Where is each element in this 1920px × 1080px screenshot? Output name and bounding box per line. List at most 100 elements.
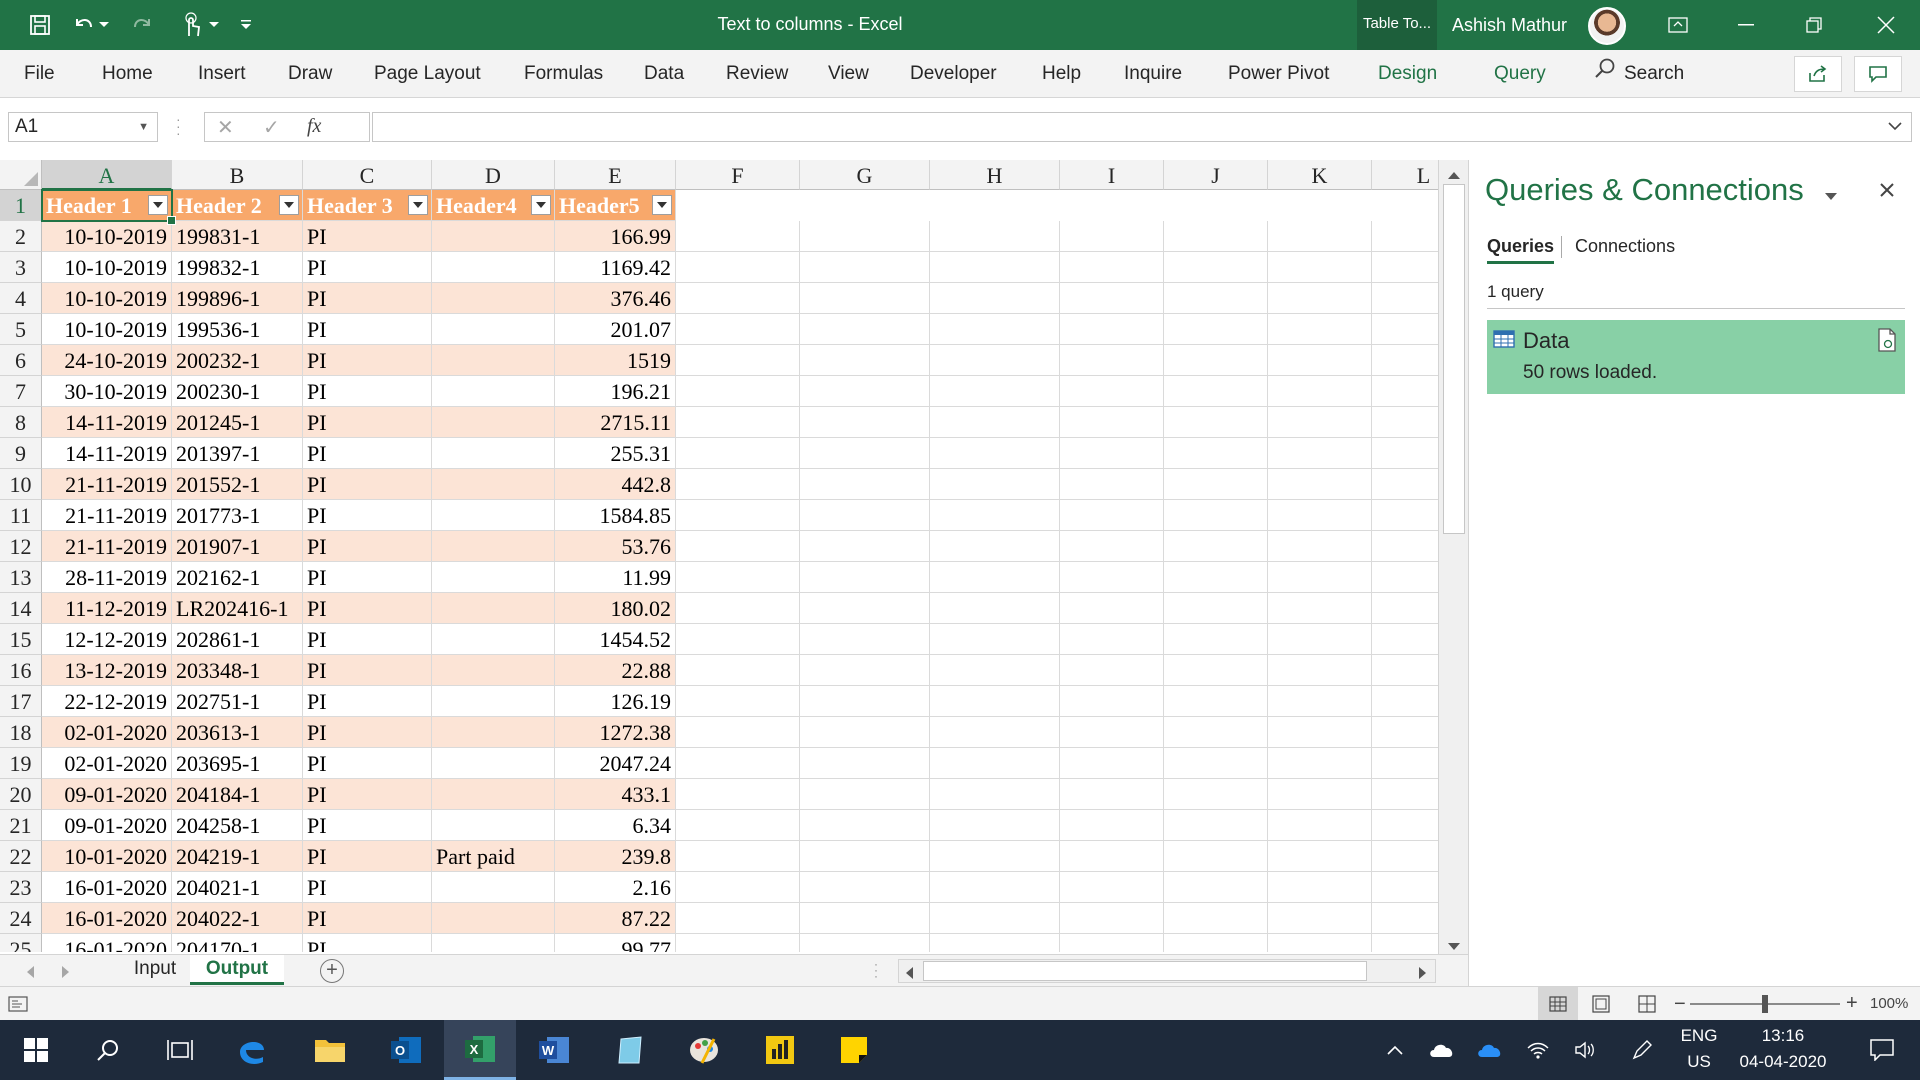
table-cell[interactable] bbox=[676, 407, 800, 438]
table-cell[interactable] bbox=[800, 655, 930, 686]
table-cell[interactable] bbox=[1268, 500, 1372, 531]
table-cell[interactable] bbox=[432, 345, 555, 376]
table-cell[interactable]: 13-12-2019 bbox=[42, 655, 172, 686]
table-cell[interactable]: 1169.42 bbox=[555, 252, 676, 283]
table-cell[interactable] bbox=[432, 469, 555, 500]
table-cell[interactable]: PI bbox=[303, 562, 432, 593]
table-cell[interactable] bbox=[930, 314, 1060, 345]
row-header-20[interactable]: 20 bbox=[0, 779, 42, 810]
table-cell[interactable] bbox=[930, 903, 1060, 934]
vertical-scroll-thumb[interactable] bbox=[1443, 184, 1465, 534]
filter-dropdown-icon[interactable] bbox=[279, 195, 299, 215]
table-cell[interactable]: 204022-1 bbox=[172, 903, 303, 934]
table-cell[interactable] bbox=[676, 903, 800, 934]
table-cell[interactable] bbox=[1060, 283, 1164, 314]
table-cell[interactable] bbox=[930, 407, 1060, 438]
power-bi-icon[interactable] bbox=[744, 1020, 816, 1080]
table-cell[interactable] bbox=[800, 531, 930, 562]
zoom-level[interactable]: 100% bbox=[1870, 995, 1908, 1012]
table-cell[interactable] bbox=[676, 376, 800, 407]
table-cell[interactable] bbox=[1164, 655, 1268, 686]
filter-dropdown-icon[interactable] bbox=[148, 195, 168, 215]
table-cell[interactable]: 180.02 bbox=[555, 593, 676, 624]
customize-qat-icon[interactable] bbox=[234, 9, 258, 41]
table-cell[interactable] bbox=[432, 562, 555, 593]
table-cell[interactable] bbox=[676, 314, 800, 345]
table-cell[interactable] bbox=[1372, 438, 1438, 469]
row-header-23[interactable]: 23 bbox=[0, 872, 42, 903]
table-cell[interactable] bbox=[1268, 376, 1372, 407]
table-cell[interactable] bbox=[676, 624, 800, 655]
filter-dropdown-icon[interactable] bbox=[652, 195, 672, 215]
table-cell[interactable] bbox=[800, 438, 930, 469]
table-cell[interactable] bbox=[432, 748, 555, 779]
zoom-in-icon[interactable]: + bbox=[1846, 992, 1858, 1015]
table-cell[interactable] bbox=[432, 221, 555, 252]
refresh-query-icon[interactable] bbox=[1877, 328, 1897, 355]
table-cell[interactable]: PI bbox=[303, 655, 432, 686]
table-cell[interactable]: PI bbox=[303, 779, 432, 810]
table-cell[interactable] bbox=[800, 252, 930, 283]
row-header-25[interactable]: 25 bbox=[0, 934, 42, 952]
table-header-cell[interactable]: Header 3 bbox=[303, 190, 432, 221]
table-cell[interactable] bbox=[1268, 593, 1372, 624]
table-cell[interactable] bbox=[1164, 686, 1268, 717]
table-cell[interactable] bbox=[1164, 748, 1268, 779]
table-cell[interactable] bbox=[432, 717, 555, 748]
tab-file[interactable]: File bbox=[24, 50, 55, 98]
table-cell[interactable] bbox=[930, 438, 1060, 469]
table-cell[interactable] bbox=[676, 934, 800, 952]
name-box[interactable]: A1 ▼ bbox=[8, 112, 158, 142]
table-cell[interactable] bbox=[1268, 407, 1372, 438]
table-cell[interactable] bbox=[1372, 748, 1438, 779]
insert-function-icon[interactable]: fx bbox=[307, 115, 321, 138]
table-cell[interactable]: 204021-1 bbox=[172, 872, 303, 903]
table-cell[interactable] bbox=[1372, 841, 1438, 872]
table-cell[interactable]: 09-01-2020 bbox=[42, 810, 172, 841]
table-cell[interactable]: 02-01-2020 bbox=[42, 748, 172, 779]
table-cell[interactable] bbox=[1268, 841, 1372, 872]
tab-formulas[interactable]: Formulas bbox=[524, 50, 603, 98]
table-cell[interactable] bbox=[1060, 748, 1164, 779]
scroll-up-icon[interactable] bbox=[1448, 166, 1460, 182]
tab-view[interactable]: View bbox=[828, 50, 869, 98]
query-item-data[interactable]: Data 50 rows loaded. bbox=[1487, 320, 1905, 394]
column-header-h[interactable]: H bbox=[930, 160, 1060, 190]
table-cell[interactable] bbox=[676, 500, 800, 531]
row-header-2[interactable]: 2 bbox=[0, 221, 42, 252]
row-header-4[interactable]: 4 bbox=[0, 283, 42, 314]
task-view-icon[interactable] bbox=[144, 1020, 216, 1080]
table-cell[interactable]: 199536-1 bbox=[172, 314, 303, 345]
row-header-22[interactable]: 22 bbox=[0, 841, 42, 872]
table-cell[interactable] bbox=[800, 500, 930, 531]
table-cell[interactable]: 22-12-2019 bbox=[42, 686, 172, 717]
close-icon[interactable] bbox=[1852, 0, 1920, 50]
table-cell[interactable]: 196.21 bbox=[555, 376, 676, 407]
table-cell[interactable] bbox=[1268, 469, 1372, 500]
table-cell[interactable]: 28-11-2019 bbox=[42, 562, 172, 593]
table-cell[interactable] bbox=[432, 500, 555, 531]
table-cell[interactable]: 12-12-2019 bbox=[42, 624, 172, 655]
table-cell[interactable] bbox=[1164, 438, 1268, 469]
outlook-icon[interactable]: O bbox=[370, 1020, 442, 1080]
table-cell[interactable] bbox=[1164, 872, 1268, 903]
table-cell[interactable] bbox=[1268, 531, 1372, 562]
table-cell[interactable] bbox=[1372, 469, 1438, 500]
row-header-9[interactable]: 9 bbox=[0, 438, 42, 469]
horizontal-scroll-thumb[interactable] bbox=[923, 961, 1367, 981]
table-cell[interactable] bbox=[432, 624, 555, 655]
table-cell[interactable]: 126.19 bbox=[555, 686, 676, 717]
table-cell[interactable] bbox=[800, 779, 930, 810]
table-cell[interactable]: 10-10-2019 bbox=[42, 283, 172, 314]
table-cell[interactable]: PI bbox=[303, 748, 432, 779]
table-cell[interactable] bbox=[676, 252, 800, 283]
table-cell[interactable] bbox=[676, 779, 800, 810]
table-cell[interactable] bbox=[1164, 252, 1268, 283]
macro-recording-icon[interactable] bbox=[8, 995, 28, 1016]
table-cell[interactable] bbox=[1372, 283, 1438, 314]
table-cell[interactable]: 204184-1 bbox=[172, 779, 303, 810]
table-cell[interactable]: 02-01-2020 bbox=[42, 717, 172, 748]
search-box[interactable]: Search bbox=[1594, 50, 1684, 98]
table-cell[interactable] bbox=[800, 624, 930, 655]
table-cell[interactable]: 24-10-2019 bbox=[42, 345, 172, 376]
